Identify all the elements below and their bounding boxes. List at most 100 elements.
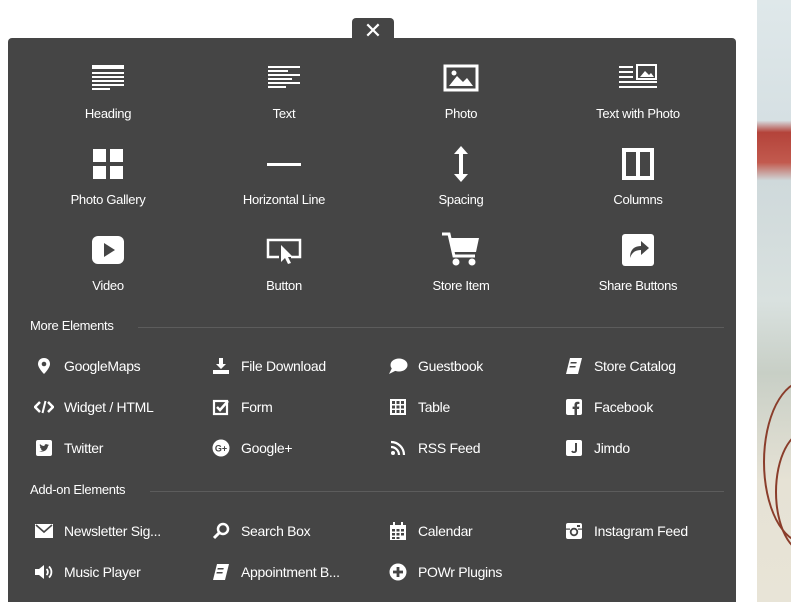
item-store-catalog[interactable]: Store Catalog: [564, 354, 676, 378]
item-calendar[interactable]: Calendar: [388, 519, 473, 543]
item-label: Music Player: [64, 564, 141, 580]
item-twitter[interactable]: Twitter: [34, 436, 103, 460]
google-plus-icon: G+: [212, 439, 230, 457]
item-label: POWr Plugins: [418, 564, 503, 580]
tile-label: Store Item: [432, 278, 490, 293]
item-label: Newsletter Sig...: [64, 523, 161, 539]
speaker-icon: [35, 565, 53, 579]
tile-share-buttons[interactable]: Share Buttons: [548, 228, 728, 302]
plus-circle-icon: [389, 563, 407, 581]
section-divider: [138, 327, 724, 328]
item-label: Store Catalog: [594, 358, 676, 374]
tile-button[interactable]: Button: [194, 228, 374, 302]
item-form[interactable]: Form: [211, 395, 273, 419]
horizontal-line-icon: [267, 163, 301, 166]
item-label: Guestbook: [418, 358, 484, 374]
code-icon: [34, 400, 54, 414]
tile-label: Video: [92, 278, 124, 293]
item-googlemaps[interactable]: GoogleMaps: [34, 354, 141, 378]
item-label: GoogleMaps: [64, 358, 141, 374]
text-icon: [268, 66, 300, 88]
map-pin-icon: [38, 358, 50, 374]
tile-label: Horizontal Line: [242, 192, 326, 207]
addon-elements-heading: Add-on Elements: [30, 482, 126, 497]
item-widget-html[interactable]: Widget / HTML: [34, 395, 154, 419]
tile-label: Spacing: [438, 192, 484, 207]
more-elements-heading: More Elements: [30, 318, 114, 333]
section-divider: [150, 491, 724, 492]
rss-icon: [390, 440, 406, 456]
item-appointment-booking[interactable]: Appointment B...: [211, 560, 340, 584]
twitter-icon: [36, 440, 52, 456]
speech-bubble-icon: [389, 358, 408, 374]
item-file-download[interactable]: File Download: [211, 354, 326, 378]
heading-icon: [92, 65, 124, 90]
item-facebook[interactable]: Facebook: [564, 395, 653, 419]
photo-gallery-icon: [93, 149, 123, 179]
item-search-box[interactable]: Search Box: [211, 519, 311, 543]
item-newsletter-signup[interactable]: Newsletter Sig...: [34, 519, 161, 543]
envelope-icon: [35, 524, 53, 538]
background-photo: [757, 0, 791, 602]
tile-label: Photo: [444, 106, 478, 121]
item-jimdo[interactable]: Jimdo: [564, 436, 630, 460]
share-icon: [622, 234, 654, 266]
catalog-book-icon: [566, 358, 582, 374]
spacing-icon: [454, 146, 468, 182]
search-icon: [212, 522, 230, 540]
add-element-panel: Heading Text Photo Text with Photo Photo…: [8, 38, 736, 602]
item-label: Google+: [241, 440, 293, 456]
tile-text-with-photo[interactable]: Text with Photo: [548, 56, 728, 130]
item-label: RSS Feed: [418, 440, 481, 456]
item-label: Calendar: [418, 523, 473, 539]
item-label: Instagram Feed: [594, 523, 688, 539]
calendar-icon: [390, 522, 406, 540]
item-label: File Download: [241, 358, 326, 374]
tile-horizontal-line[interactable]: Horizontal Line: [194, 142, 374, 216]
item-label: Twitter: [64, 440, 104, 456]
video-icon: [92, 236, 124, 264]
instagram-icon: [566, 523, 582, 539]
appointment-book-icon: [213, 564, 229, 580]
tile-photo[interactable]: Photo: [371, 56, 551, 130]
tile-video[interactable]: Video: [18, 228, 198, 302]
facebook-icon: [566, 399, 582, 415]
item-powr-plugins[interactable]: POWr Plugins: [388, 560, 502, 584]
item-music-player[interactable]: Music Player: [34, 560, 141, 584]
tile-label: Button: [266, 278, 302, 293]
item-rss-feed[interactable]: RSS Feed: [388, 436, 480, 460]
svg-text:G+: G+: [215, 444, 227, 454]
tile-label: Photo Gallery: [70, 192, 146, 207]
item-google-plus[interactable]: G+ Google+: [211, 436, 293, 460]
tile-spacing[interactable]: Spacing: [371, 142, 551, 216]
tile-label: Text with Photo: [596, 106, 680, 121]
table-icon: [390, 399, 406, 415]
jimdo-icon: [566, 440, 582, 456]
tile-label: Columns: [613, 192, 663, 207]
columns-icon: [622, 148, 654, 180]
tile-text[interactable]: Text: [194, 56, 374, 130]
item-guestbook[interactable]: Guestbook: [388, 354, 483, 378]
item-label: Search Box: [241, 523, 311, 539]
tile-store-item[interactable]: Store Item: [371, 228, 551, 302]
item-label: Facebook: [594, 399, 654, 415]
photo-icon: [443, 64, 479, 92]
tile-heading[interactable]: Heading: [18, 56, 198, 130]
form-checkbox-icon: [212, 399, 229, 416]
item-label: Widget / HTML: [64, 399, 154, 415]
text-with-photo-icon: [619, 64, 657, 88]
tile-columns[interactable]: Columns: [548, 142, 728, 216]
item-label: Jimdo: [594, 440, 630, 456]
download-icon: [213, 358, 229, 374]
item-instagram-feed[interactable]: Instagram Feed: [564, 519, 688, 543]
item-label: Appointment B...: [241, 564, 340, 580]
button-icon: [266, 238, 302, 264]
tile-label: Heading: [84, 106, 132, 121]
tile-photo-gallery[interactable]: Photo Gallery: [18, 142, 198, 216]
item-label: Table: [418, 399, 450, 415]
tile-label: Text: [272, 106, 296, 121]
cart-icon: [442, 232, 479, 266]
item-label: Form: [241, 399, 273, 415]
tile-label: Share Buttons: [598, 278, 678, 293]
item-table[interactable]: Table: [388, 395, 450, 419]
